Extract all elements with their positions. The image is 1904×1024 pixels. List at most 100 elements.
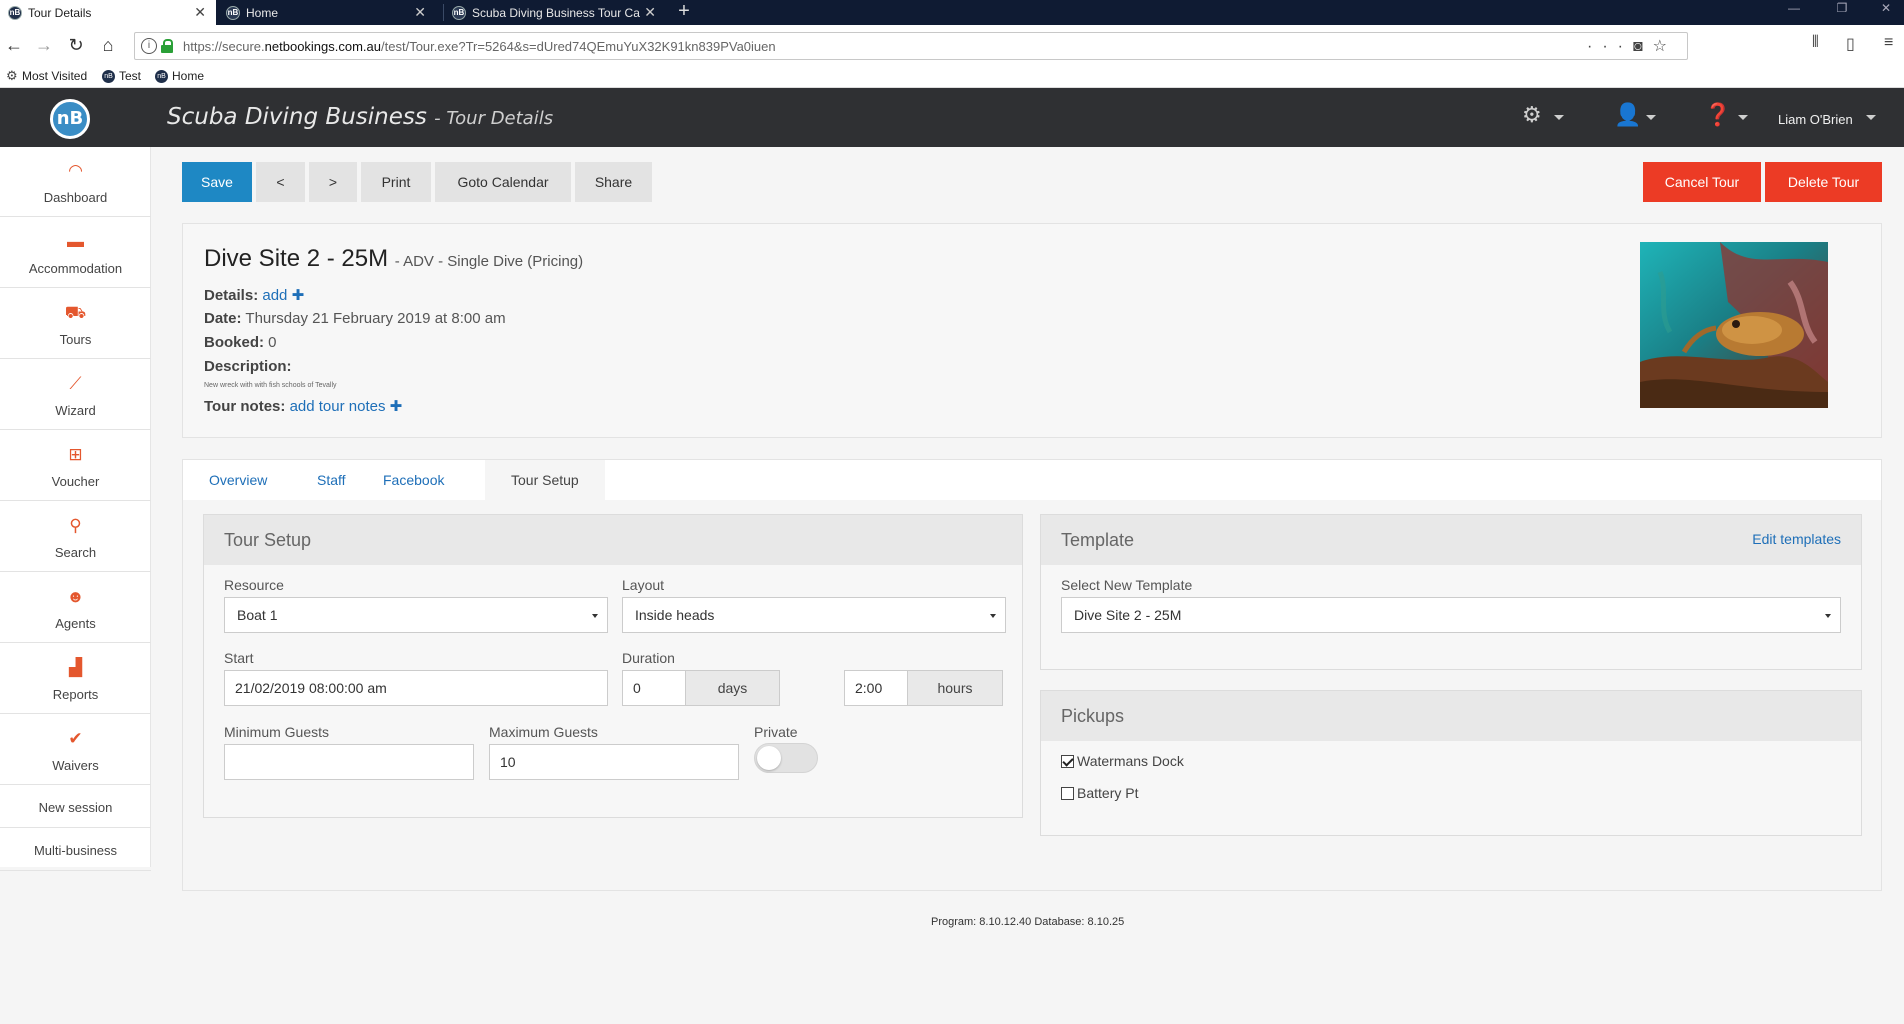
- close-icon[interactable]: ✕: [644, 4, 656, 21]
- tour-description-label: Description:: [204, 358, 292, 375]
- search-icon: ⚲: [69, 516, 82, 535]
- agent-icon: ☻: [66, 587, 85, 606]
- pickup-option-battery-pt[interactable]: Battery Pt: [1061, 785, 1138, 801]
- tab-overview[interactable]: Overview: [183, 460, 293, 500]
- bookmark-most-visited[interactable]: ⚙ Most Visited: [6, 69, 87, 83]
- sidebar-item-waivers[interactable]: ✔ Waivers: [0, 715, 151, 785]
- bookmark-star-icon[interactable]: ☆: [1653, 38, 1677, 55]
- chevron-down-icon: [990, 614, 996, 618]
- netbookings-favicon-icon: nB: [155, 69, 168, 83]
- user-menu-name[interactable]: Liam O'Brien: [1778, 112, 1853, 127]
- help-icon[interactable]: ❓: [1704, 102, 1731, 128]
- sidebar-toggle-icon[interactable]: ▯: [1846, 34, 1855, 54]
- netbookings-logo[interactable]: nB: [50, 99, 90, 139]
- site-info-icon[interactable]: i: [141, 38, 157, 54]
- sidebar-link-multi-business[interactable]: Multi-business: [0, 829, 151, 871]
- add-details-link[interactable]: add: [262, 287, 287, 304]
- chevron-down-icon[interactable]: [1866, 115, 1876, 120]
- private-toggle[interactable]: [754, 743, 818, 773]
- tour-setup-card: Tour Setup Resource Boat 1 Layout Inside…: [203, 514, 1023, 818]
- toggle-knob: [757, 746, 781, 770]
- layout-select[interactable]: Inside heads: [622, 597, 1006, 633]
- cancel-tour-button[interactable]: Cancel Tour: [1643, 162, 1761, 202]
- settings-gear-icon[interactable]: ⚙: [1522, 102, 1542, 128]
- netbookings-favicon-icon: nB: [102, 69, 115, 83]
- browser-tab-scuba-calendar[interactable]: nB Scuba Diving Business Tour Ca ✕: [444, 0, 666, 25]
- version-footer: Program: 8.10.12.40 Database: 8.10.25: [931, 916, 1125, 928]
- pocket-icon[interactable]: ◙: [1633, 38, 1653, 55]
- tab-facebook[interactable]: Facebook: [357, 460, 470, 500]
- browser-tab-title: Home: [246, 5, 279, 20]
- save-button[interactable]: Save: [182, 162, 252, 202]
- duration-days-input[interactable]: 0: [622, 670, 686, 706]
- sidebar-item-agents[interactable]: ☻ Agents: [0, 573, 151, 643]
- pickup-option-watermans-dock[interactable]: Watermans Dock: [1061, 753, 1184, 769]
- tour-date-line: Date: Thursday 21 February 2019 at 8:00 …: [204, 310, 506, 327]
- tour-details-line: Details: add ✚: [204, 287, 305, 304]
- add-tour-notes-link[interactable]: add tour notes: [290, 398, 386, 415]
- library-icon[interactable]: ⫴: [1812, 34, 1819, 52]
- minimize-icon[interactable]: —: [1774, 0, 1814, 25]
- card-title: Template: [1061, 530, 1135, 550]
- bookmarks-bar: ⚙ Most Visited nB Test nB Home: [0, 65, 1904, 88]
- back-arrow-icon[interactable]: ←: [2, 33, 26, 57]
- start-datetime-input[interactable]: 21/02/2019 08:00:00 am: [224, 670, 608, 706]
- close-icon[interactable]: ✕: [414, 4, 426, 21]
- pickups-card: Pickups Watermans Dock Battery Pt: [1040, 690, 1862, 836]
- delete-tour-button[interactable]: Delete Tour: [1765, 162, 1882, 202]
- template-card: Template Edit templates Select New Templ…: [1040, 514, 1862, 670]
- sidebar-item-accommodation[interactable]: ▬ Accommodation: [0, 218, 151, 288]
- plus-icon[interactable]: ✚: [390, 398, 403, 415]
- sidebar-link-new-session[interactable]: New session: [0, 786, 151, 828]
- goto-calendar-button[interactable]: Goto Calendar: [435, 162, 571, 202]
- sidebar-item-tours[interactable]: ⛟ Tours: [0, 289, 151, 359]
- minimum-guests-input[interactable]: [224, 744, 474, 780]
- plus-icon[interactable]: ✚: [292, 287, 305, 304]
- layout-label: Layout: [622, 577, 665, 593]
- checkbox-unchecked[interactable]: [1061, 786, 1074, 800]
- wand-icon: ⟋: [69, 374, 82, 393]
- new-tab-plus-icon[interactable]: +: [672, 0, 696, 25]
- sidebar-item-wizard[interactable]: ⟋ Wizard: [0, 360, 151, 430]
- maximum-guests-label: Maximum Guests: [489, 724, 598, 740]
- chart-icon: ▟: [68, 658, 83, 677]
- template-select[interactable]: Dive Site 2 - 25M: [1061, 597, 1841, 633]
- resource-select[interactable]: Boat 1: [224, 597, 608, 633]
- maximum-guests-input[interactable]: 10: [489, 744, 739, 780]
- card-title: Tour Setup: [224, 530, 312, 550]
- tours-icon: ⛟: [64, 303, 87, 322]
- address-bar[interactable]: i https://secure.netbookings.com.au/test…: [134, 32, 1688, 60]
- duration-hours-input[interactable]: 2:00: [844, 670, 908, 706]
- chevron-down-icon[interactable]: [1738, 115, 1748, 120]
- chevron-down-icon[interactable]: [1554, 115, 1564, 120]
- user-profile-icon[interactable]: 👤: [1614, 102, 1641, 128]
- chevron-down-icon: [1825, 614, 1831, 618]
- share-button[interactable]: Share: [575, 162, 652, 202]
- print-button[interactable]: Print: [361, 162, 431, 202]
- window-close-icon[interactable]: ✕: [1866, 0, 1904, 25]
- chevron-down-icon[interactable]: [1646, 115, 1656, 120]
- forward-arrow-icon[interactable]: →: [32, 33, 56, 57]
- restore-icon[interactable]: ❐: [1822, 0, 1862, 25]
- sidebar-item-search[interactable]: ⚲ Search: [0, 502, 151, 572]
- bookmark-home[interactable]: nB Home: [155, 69, 204, 83]
- tab-tour-setup[interactable]: Tour Setup: [485, 460, 605, 500]
- next-button[interactable]: >: [309, 162, 357, 202]
- browser-tab-tour-details[interactable]: nB Tour Details ✕: [0, 0, 216, 25]
- more-dots-icon[interactable]: ···: [1587, 38, 1633, 55]
- close-icon[interactable]: ✕: [194, 4, 206, 21]
- sidebar-item-reports[interactable]: ▟ Reports: [0, 644, 151, 714]
- home-icon[interactable]: ⌂: [96, 33, 120, 57]
- browser-tab-home[interactable]: nB Home ✕: [218, 0, 436, 25]
- minimum-guests-label: Minimum Guests: [224, 724, 330, 740]
- chevron-down-icon: [592, 614, 598, 618]
- resource-label: Resource: [224, 577, 284, 593]
- sidebar-item-dashboard[interactable]: ◠ Dashboard: [0, 147, 151, 217]
- menu-hamburger-icon[interactable]: ≡: [1884, 34, 1893, 52]
- checkbox-checked[interactable]: [1061, 754, 1074, 768]
- sidebar-item-voucher[interactable]: ⊞ Voucher: [0, 431, 151, 501]
- bookmark-test[interactable]: nB Test: [102, 69, 141, 83]
- reload-icon[interactable]: ↻: [64, 33, 88, 57]
- previous-button[interactable]: <: [256, 162, 305, 202]
- edit-templates-link[interactable]: Edit templates: [1752, 531, 1841, 547]
